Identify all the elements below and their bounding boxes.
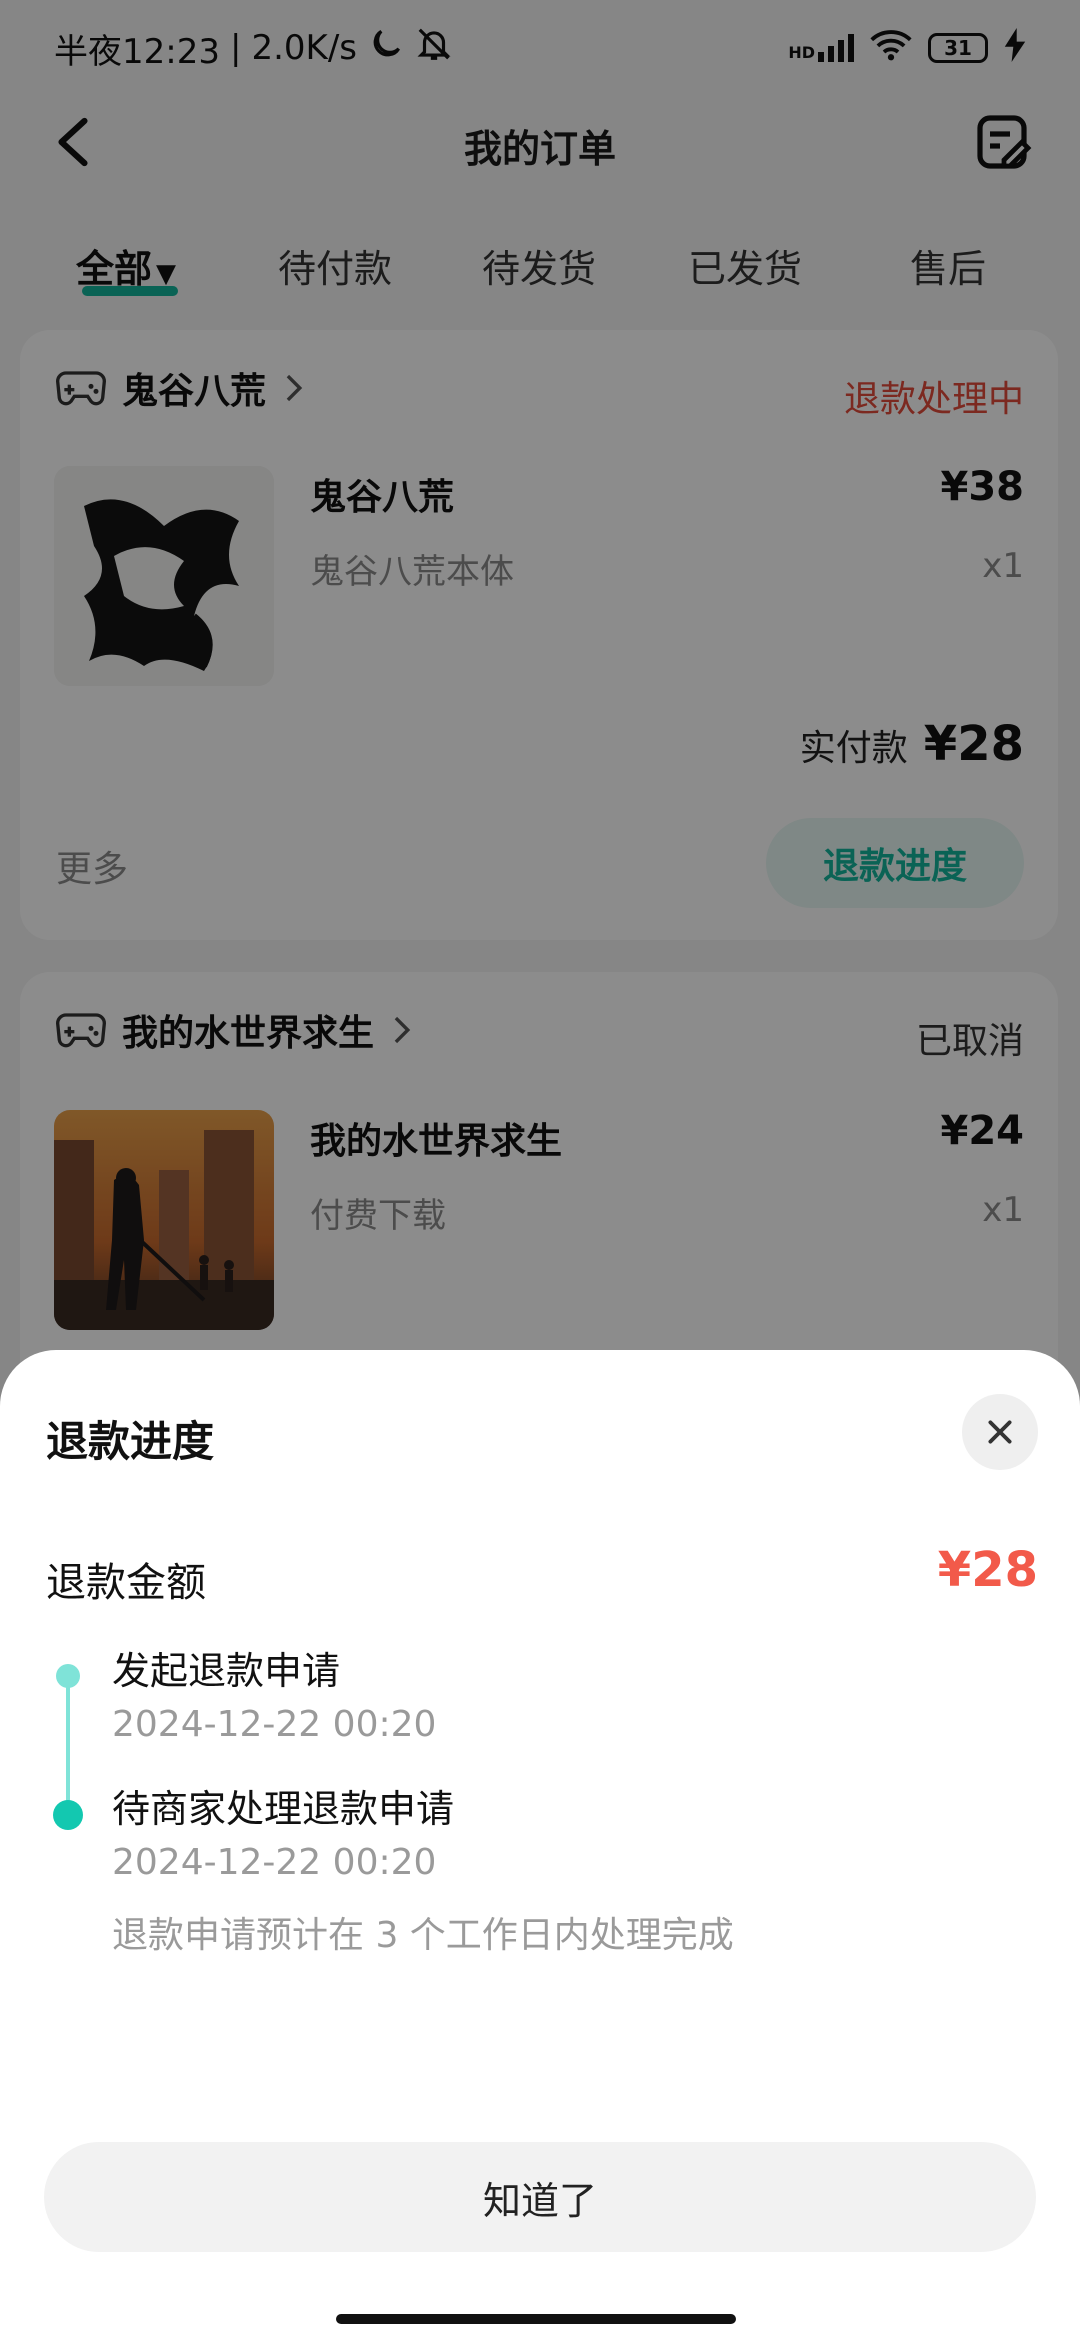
timeline-step-note: 退款申请预计在 3 个工作日内处理完成 [112,1915,734,1956]
timeline-step-time: 2024-12-22 00:20 [112,1842,437,1883]
sheet-title: 退款进度 [46,1417,215,1466]
timeline-step-title: 待商家处理退款申请 [112,1787,455,1831]
timeline-step-title: 发起退款申请 [112,1649,341,1693]
acknowledge-button[interactable]: 知道了 [44,2142,1036,2252]
close-button[interactable] [962,1394,1038,1470]
refund-amount-label: 退款金额 [46,1560,206,1606]
close-icon [988,1420,1012,1444]
timeline-dot [56,1664,80,1688]
timeline-dot-current [53,1800,83,1830]
timeline-step-time: 2024-12-22 00:20 [112,1704,437,1745]
home-indicator[interactable] [336,2314,736,2324]
timeline-connector [66,1680,70,1820]
refund-amount-value: ¥28 [937,1542,1038,1598]
refund-progress-sheet: 退款进度 退款金额 ¥28 发起退款申请 2024-12-22 00:20 待商… [0,1350,1080,2340]
